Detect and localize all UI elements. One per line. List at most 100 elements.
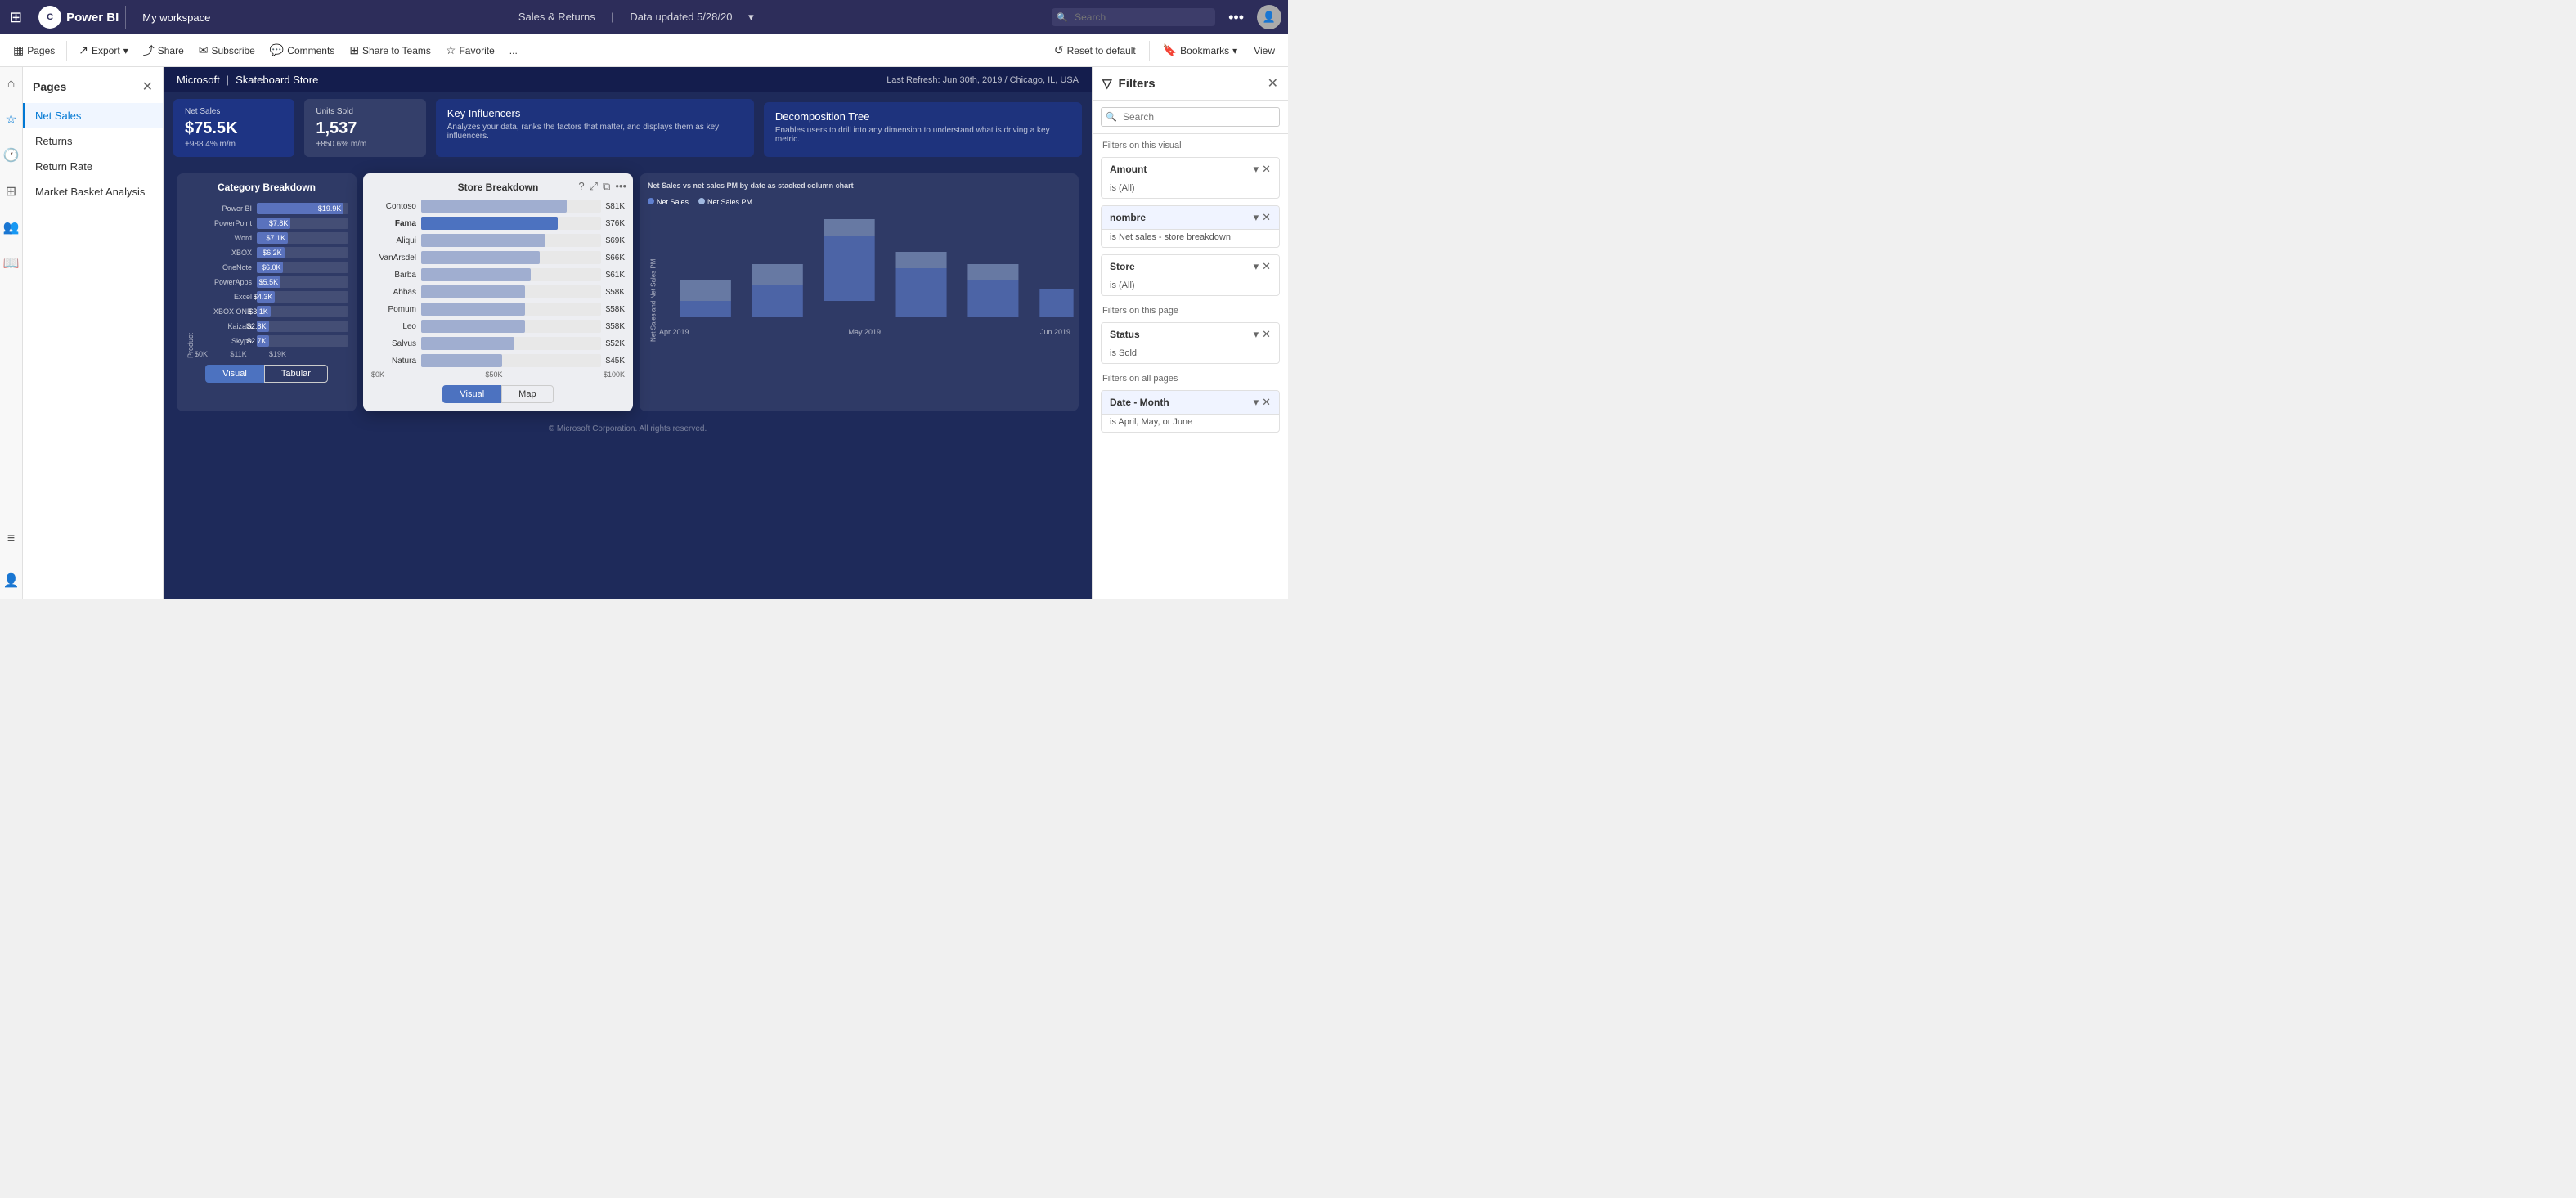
category-chart-tabs: Visual Tabular — [185, 365, 348, 383]
canvas-breadcrumb: Microsoft | Skateboard Store — [177, 74, 318, 86]
net-sales-subtitle: Net Sales vs net sales PM by date as sta… — [648, 182, 1070, 191]
category-bar-container: $7.8K — [257, 218, 348, 229]
filter-status-header[interactable]: Status ▾ ✕ — [1102, 323, 1279, 346]
category-tab-visual[interactable]: Visual — [205, 365, 264, 383]
filter-amount-chevron[interactable]: ▾ — [1254, 163, 1259, 176]
filter-status-chevron[interactable]: ▾ — [1254, 328, 1259, 341]
page-item-returns[interactable]: Returns — [23, 128, 163, 154]
store-bar-value: $58K — [606, 305, 625, 314]
pages-button[interactable]: ▦ Pages — [7, 40, 61, 61]
store-bar-value: $52K — [606, 339, 625, 348]
reset-button[interactable]: ↺ Reset to default — [1048, 40, 1142, 61]
help-icon[interactable]: ? — [577, 178, 586, 195]
favorite-button[interactable]: ☆ Favorite — [439, 40, 501, 61]
sidebar-learn-icon[interactable]: 📖 — [0, 252, 22, 275]
sidebar-apps-icon[interactable]: ⊞ — [2, 180, 20, 203]
filter-nombre-header[interactable]: nombre ▾ ✕ — [1102, 206, 1279, 230]
store-bar-container — [421, 303, 601, 316]
export-button[interactable]: ↗ Export ▾ — [72, 40, 134, 61]
page-item-market-basket[interactable]: Market Basket Analysis — [23, 179, 163, 204]
key-influencers-card[interactable]: Key Influencers Analyzes your data, rank… — [436, 99, 754, 157]
category-bar-row: PowerApps $5.5K — [195, 276, 348, 288]
pages-close-button[interactable]: ✕ — [142, 79, 153, 95]
filter-amount-header[interactable]: Amount ▾ ✕ — [1102, 158, 1279, 181]
filter-amount: Amount ▾ ✕ is (All) — [1101, 157, 1280, 199]
filter-close-button[interactable]: ✕ — [1268, 75, 1278, 92]
grid-icon[interactable]: ⊞ — [7, 6, 25, 29]
share-teams-button[interactable]: ⊞ Share to Teams — [343, 40, 438, 61]
filter-nombre-name: nombre — [1110, 212, 1146, 223]
store-tab-visual[interactable]: Visual — [442, 385, 501, 403]
focus-icon[interactable]: ⤢ — [588, 178, 599, 195]
category-bar-value: $4.3K — [251, 293, 273, 301]
filter-date-month-header[interactable]: Date - Month ▾ ✕ — [1102, 391, 1279, 415]
store-bar-row: Salvus $52K — [371, 337, 625, 350]
filter-search-wrapper — [1101, 107, 1280, 127]
sidebar-metrics-icon[interactable]: ≡ — [4, 528, 18, 550]
page-item-net-sales[interactable]: Net Sales — [23, 103, 163, 128]
category-bar-label: OneNote — [195, 263, 252, 271]
category-bar-value: $6.0K — [259, 263, 281, 271]
nav-search-input[interactable] — [1052, 8, 1215, 26]
category-bar-fill: $4.3K — [257, 291, 275, 303]
sidebar-favorite-icon[interactable]: ☆ — [2, 108, 20, 131]
more-icon[interactable]: ••• — [613, 178, 628, 195]
filter-date-month-clear[interactable]: ✕ — [1262, 396, 1271, 409]
filter-nombre-clear[interactable]: ✕ — [1262, 211, 1271, 224]
store-tab-map[interactable]: Map — [501, 385, 553, 403]
category-bar-container: $6.2K — [257, 247, 348, 258]
kpi-units-label: Units Sold — [316, 107, 414, 116]
store-bar-label: Pomum — [371, 305, 416, 314]
more-options-icon[interactable]: ••• — [1222, 6, 1250, 29]
share-button[interactable]: ⤴ Share — [137, 39, 191, 62]
filter-nombre-chevron[interactable]: ▾ — [1254, 211, 1259, 224]
category-bar-row: Power BI $19.9K — [195, 203, 348, 214]
filter-search-input[interactable] — [1101, 107, 1280, 127]
store-bar-fill — [421, 303, 525, 316]
store-bar-row: Aliqui $69K — [371, 234, 625, 247]
filter-date-month-chevron[interactable]: ▾ — [1254, 396, 1259, 409]
store-bar-label: Salvus — [371, 339, 416, 348]
category-x-axis: $0K $11K $19K — [195, 350, 348, 358]
sidebar-recent-icon[interactable]: 🕐 — [0, 144, 22, 167]
store-bar-container — [421, 320, 601, 333]
filters-all-section: Filters on all pages — [1093, 367, 1288, 387]
user-avatar[interactable]: 👤 — [1257, 5, 1281, 29]
decomp-tree-card[interactable]: Decomposition Tree Enables users to dril… — [764, 102, 1082, 157]
filter-store-value: is (All) — [1102, 278, 1279, 295]
decomp-tree-desc: Enables users to drill into any dimensio… — [775, 126, 1070, 144]
sidebar-home-icon[interactable]: ⌂ — [4, 74, 19, 95]
filter-store-header[interactable]: Store ▾ ✕ — [1102, 255, 1279, 278]
copy-icon[interactable]: ⧉ — [601, 178, 612, 195]
filter-amount-actions: ▾ ✕ — [1254, 163, 1271, 176]
category-bar-label: PowerPoint — [195, 219, 252, 227]
store-bar-container — [421, 217, 601, 230]
category-bar-container: $2.8K — [257, 321, 348, 332]
workspace-label[interactable]: My workspace — [132, 11, 220, 24]
category-bar-row: XBOX $6.2K — [195, 247, 348, 258]
subscribe-button[interactable]: ✉ Subscribe — [192, 40, 262, 61]
view-button[interactable]: View — [1247, 42, 1281, 60]
category-bar-label: Excel — [195, 293, 252, 301]
filter-store-chevron[interactable]: ▾ — [1254, 260, 1259, 273]
more-button[interactable]: ... — [503, 42, 524, 60]
sidebar-people-icon[interactable]: 👥 — [0, 216, 22, 239]
filter-status-clear[interactable]: ✕ — [1262, 328, 1271, 341]
kpi-net-sales-value: $75.5K — [185, 119, 283, 138]
page-item-return-rate[interactable]: Return Rate — [23, 154, 163, 179]
subscribe-icon: ✉ — [199, 43, 209, 57]
category-tab-tabular[interactable]: Tabular — [264, 365, 328, 383]
store-bar-fill — [421, 285, 525, 298]
bookmarks-button[interactable]: 🔖 Bookmarks ▾ — [1156, 40, 1245, 61]
category-bar-container: $3.1K — [257, 306, 348, 317]
filter-amount-clear[interactable]: ✕ — [1262, 163, 1271, 176]
sidebar-profile-icon[interactable]: 👤 — [0, 569, 22, 592]
filter-panel: ▽ Filters ✕ Filters on this visual Amoun… — [1092, 67, 1288, 599]
filter-store-clear[interactable]: ✕ — [1262, 260, 1271, 273]
canvas-footer: © Microsoft Corporation. All rights rese… — [164, 421, 1092, 437]
category-bar-fill: $7.8K — [257, 218, 290, 229]
reset-icon: ↺ — [1054, 43, 1064, 57]
category-bar-container: $4.3K — [257, 291, 348, 303]
comments-button[interactable]: 💬 Comments — [263, 40, 341, 61]
category-bar-value: $5.5K — [257, 278, 279, 286]
